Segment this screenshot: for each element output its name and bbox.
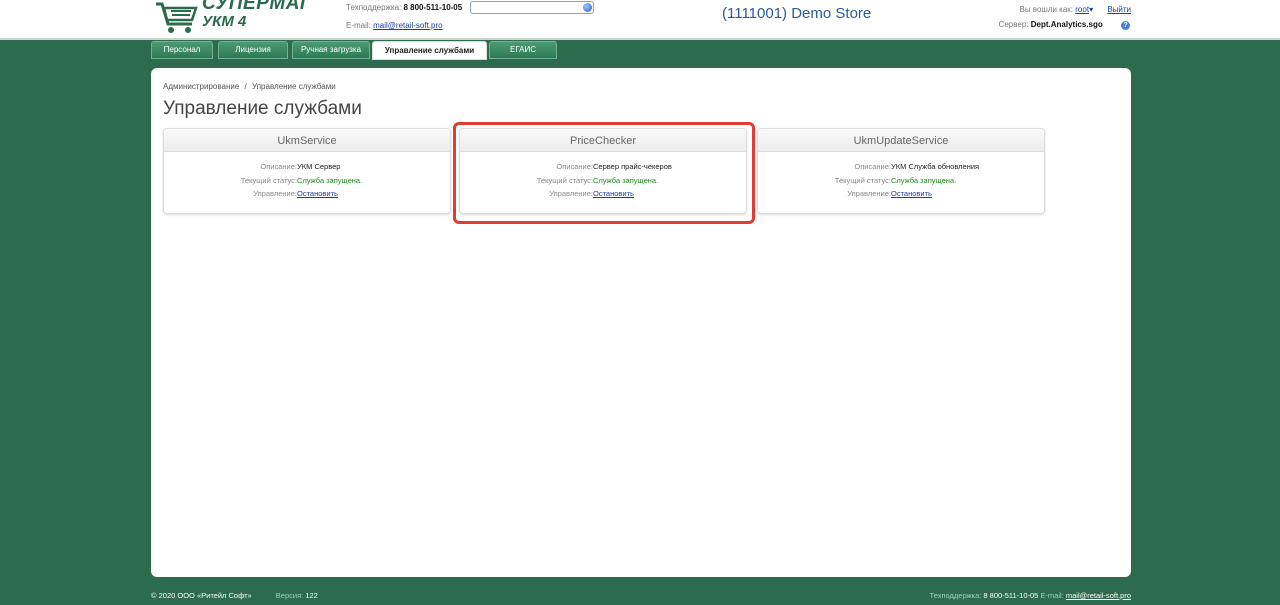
description-row: Описание: УКМ Служба обновления [758, 160, 1044, 174]
control-row: Управление: Остановить [758, 187, 1044, 201]
version-number: 122 [305, 591, 318, 600]
highlight-box [453, 122, 755, 224]
version-label: Версия: [275, 591, 304, 600]
email-info: E-mail: mail@retail-soft.pro [346, 21, 443, 30]
app-logo[interactable]: СУПЕРМАГ УКМ 4 [154, 0, 312, 38]
copyright: © 2020 ООО «Ритейл Софт» [151, 591, 252, 600]
status-value: Служба запущена. [297, 175, 363, 185]
main-panel: Администрирование / Управление службами … [151, 68, 1131, 577]
support-info: Техподдержка: 8 800-511-10-05 [346, 3, 462, 12]
support-phone: 8 800-511-10-05 [403, 3, 463, 12]
stop-service-link[interactable]: Остановить [297, 187, 338, 201]
footer-support: Техподдержка: 8 800-511-10-05 E-mail: ma… [930, 591, 1131, 600]
user-menu[interactable]: root [1075, 5, 1089, 14]
cart-icon [156, 2, 198, 33]
footer-support-label: Техподдержка: [929, 591, 982, 600]
stop-service-link[interactable]: Остановить [891, 187, 932, 201]
status-value: Служба запущена. [891, 175, 957, 185]
breadcrumb-current: Управление службами [252, 82, 336, 91]
tab-license[interactable]: Лицензия [218, 41, 288, 59]
control-row: Управление: Остановить [164, 187, 450, 201]
description-value: УКМ Служба обновления [891, 162, 980, 171]
email-label: E-mail: [346, 21, 371, 30]
description-label: Описание: [260, 162, 297, 171]
email-link[interactable]: mail@retail-soft.pro [373, 21, 442, 30]
chevron-down-icon[interactable]: ▾ [1089, 5, 1093, 14]
status-label: Текущий статус: [240, 175, 297, 185]
page-title: Управление службами [163, 98, 362, 119]
service-card-ukmupdateservice: UkmUpdateService Описание: УКМ Служба об… [757, 128, 1045, 214]
server-info: Сервер: Dept.Analytics.sgo ? [999, 20, 1130, 30]
login-info: Вы вошли как: root▾ Выйти [1019, 5, 1131, 14]
breadcrumb-separator: / [244, 82, 247, 91]
status-label: Текущий статус: [834, 175, 891, 185]
service-card-ukmservice: UkmService Описание: УКМ Сервер Текущий … [163, 128, 451, 214]
logged-in-label: Вы вошли как: [1019, 5, 1074, 14]
status-row: Текущий статус: Служба запущена. [758, 174, 1044, 188]
server-label: Сервер: [998, 20, 1029, 29]
logo-subtitle: УКМ 4 [202, 13, 247, 30]
description-row: Описание: УКМ Сервер [164, 160, 450, 174]
control-label: Управление: [847, 189, 891, 198]
search-icon[interactable] [583, 3, 592, 12]
breadcrumb: Администрирование / Управление службами [163, 82, 336, 91]
top-header: СУПЕРМАГ УКМ 4 Техподдержка: 8 800-511-1… [0, 0, 1280, 40]
tab-egais[interactable]: ЕГАИС [489, 41, 557, 59]
footer-email-label: E-mail: [1040, 591, 1064, 600]
logout-link[interactable]: Выйти [1107, 5, 1131, 14]
footer: © 2020 ООО «Ритейл Софт» Версия: 122 Тех… [151, 591, 1131, 600]
footer-support-phone: 8 800-511-10-05 [983, 591, 1039, 600]
store-title: (1111001) Demo Store [722, 5, 872, 22]
service-name: UkmUpdateService [758, 129, 1044, 152]
footer-email-link[interactable]: mail@retail-soft.pro [1066, 591, 1131, 600]
breadcrumb-root[interactable]: Администрирование [163, 82, 239, 91]
description-label: Описание: [854, 162, 891, 171]
tab-personnel[interactable]: Персонал [151, 41, 213, 59]
tab-manual-upload[interactable]: Ручная загрузка [292, 41, 370, 59]
help-icon[interactable]: ? [1121, 21, 1130, 30]
support-label: Техподдержка: [346, 3, 402, 12]
search-input[interactable] [470, 1, 594, 14]
control-label: Управление: [253, 189, 297, 198]
service-name: UkmService [164, 129, 450, 152]
server-name: Dept.Analytics.sgo [1030, 20, 1103, 29]
tab-service-management[interactable]: Управление службами [372, 41, 487, 60]
version-info: Версия: 122 [276, 591, 318, 600]
description-value: УКМ Сервер [297, 162, 341, 171]
status-row: Текущий статус: Служба запущена. [164, 174, 450, 188]
